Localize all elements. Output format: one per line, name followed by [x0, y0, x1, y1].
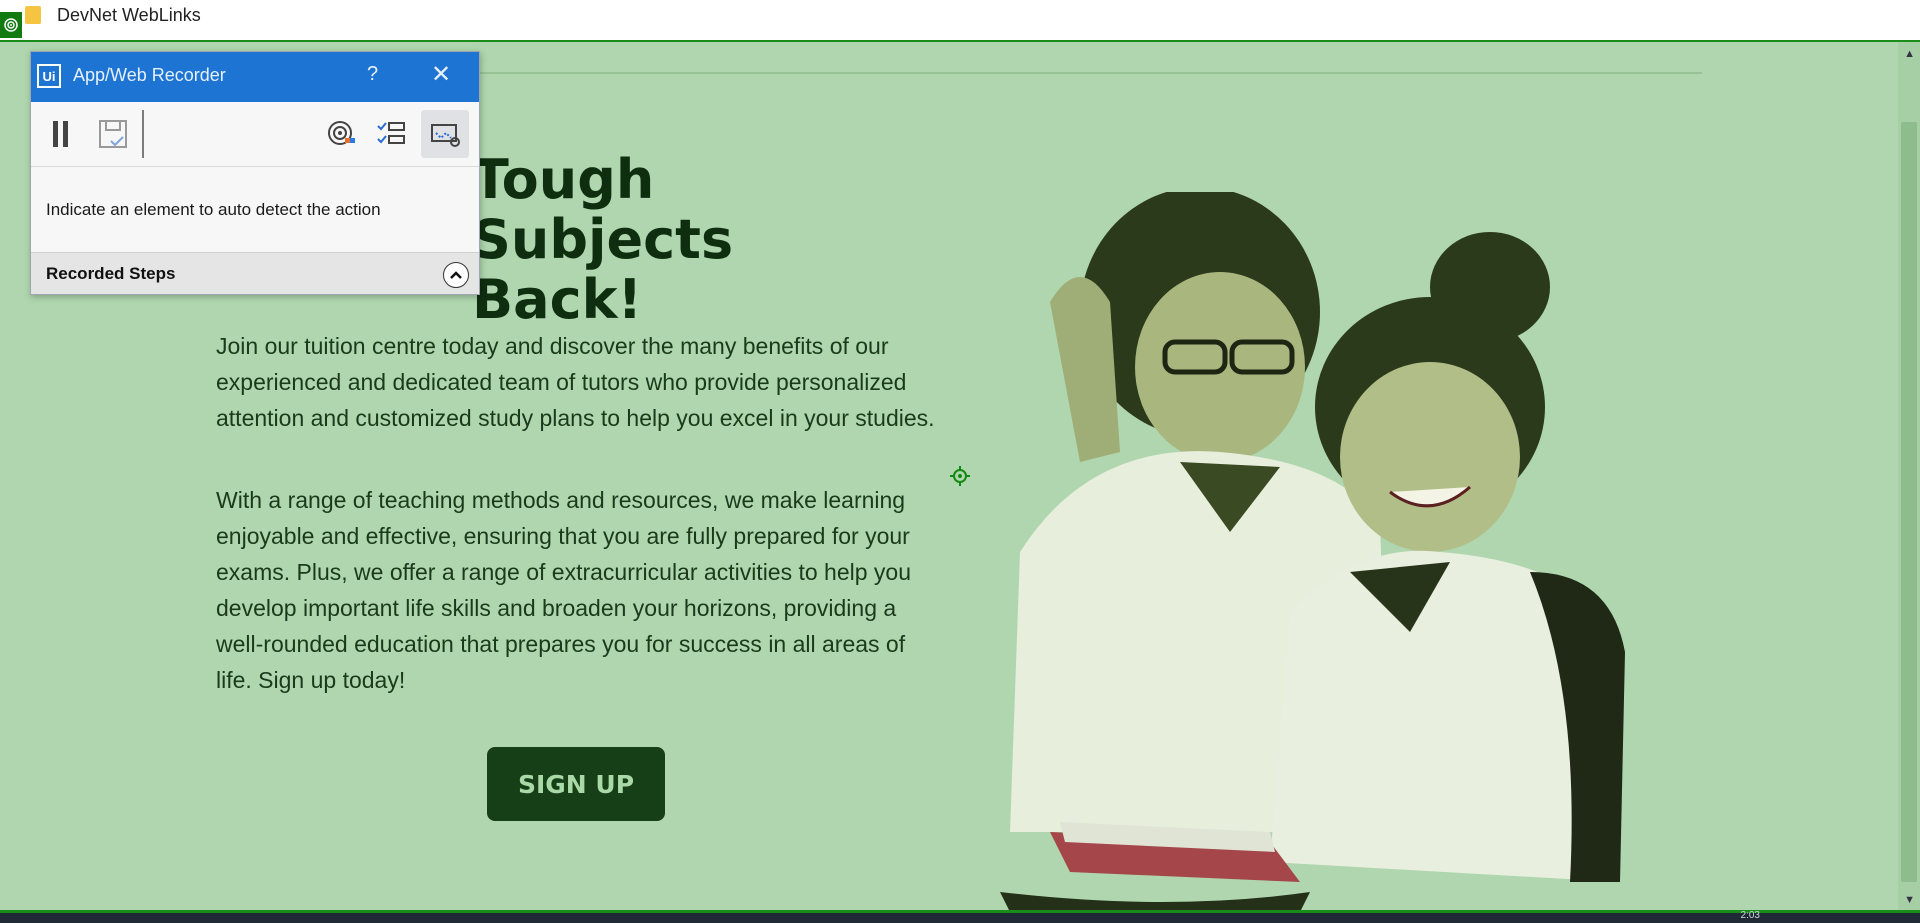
window-title: DevNet WebLinks [57, 5, 201, 25]
folder-icon [25, 6, 41, 24]
checklist-icon[interactable] [367, 110, 415, 158]
scroll-up-icon[interactable]: ▲ [1904, 48, 1915, 60]
uipath-logo-icon: Ui [37, 64, 61, 88]
pause-icon[interactable] [37, 110, 85, 158]
save-icon[interactable] [89, 110, 137, 158]
toolbar-separator [142, 110, 144, 158]
recorded-steps-label: Recorded Steps [46, 264, 176, 283]
chevron-up-icon[interactable] [443, 262, 469, 288]
help-button[interactable]: ? [367, 63, 378, 86]
sign-up-button[interactable]: SIGN UP [487, 747, 665, 821]
crosshair-icon [950, 466, 970, 486]
screen-scrape-icon[interactable] [421, 110, 469, 158]
students-illustration [1000, 192, 1625, 910]
recorder-toolbar [31, 102, 479, 167]
recorder-header: Ui App/Web Recorder ? ✕ [31, 52, 479, 102]
scroll-down-icon[interactable]: ▼ [1904, 894, 1915, 906]
app-web-recorder-panel: Ui App/Web Recorder ? ✕ Indicate an elem… [30, 51, 480, 295]
taskbar-clock: 2:03 [1740, 910, 1760, 921]
recorder-instruction: Indicate an element to auto detect the a… [46, 200, 381, 219]
recorder-target-icon[interactable] [0, 12, 22, 38]
vertical-scrollbar[interactable]: ▲ ▼ [1898, 42, 1920, 910]
recorded-steps-header[interactable]: Recorded Steps [31, 252, 479, 294]
window-titlebar: DevNet WebLinks [0, 0, 1920, 40]
scroll-thumb[interactable] [1901, 122, 1917, 882]
hero-paragraph-1: Join our tuition centre today and discov… [216, 333, 935, 431]
close-button[interactable]: ✕ [431, 60, 451, 89]
taskbar: 2:03 [0, 910, 1920, 923]
recorder-title: App/Web Recorder [73, 65, 226, 85]
hero-paragraph-2: With a range of teaching methods and res… [216, 487, 912, 693]
target-icon[interactable] [317, 110, 365, 158]
